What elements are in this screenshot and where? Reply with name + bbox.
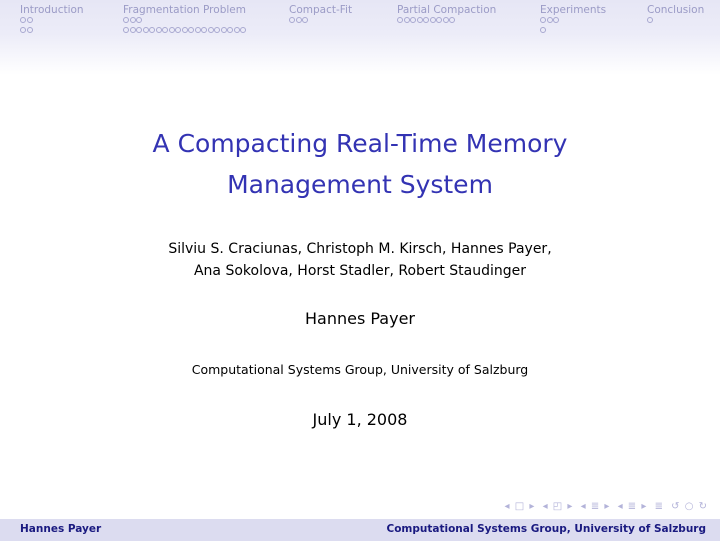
frame-dot-icon[interactable]	[149, 27, 155, 33]
title-line-2: Management System	[227, 170, 493, 199]
nav-section-label[interactable]: Partial Compaction	[397, 4, 496, 16]
authors: Silviu S. Craciunas, Christoph M. Kirsch…	[0, 238, 720, 282]
frame-dot-icon[interactable]	[220, 27, 227, 33]
frame-dot-row	[123, 16, 247, 26]
frame-dot-row	[20, 26, 84, 36]
frame-dot-icon[interactable]	[410, 17, 416, 23]
frame-dot-icon[interactable]	[194, 27, 201, 33]
footer-bar: Hannes Payer Computational Systems Group…	[0, 519, 720, 541]
presentation-date: July 1, 2008	[312, 410, 408, 429]
frame-dot-icon[interactable]	[416, 17, 423, 23]
section-navigation-bar: Introduction Fragmentation Problem Compa…	[0, 0, 720, 75]
frame-dot-icon[interactable]	[214, 27, 220, 33]
frame-dot-row	[647, 16, 704, 26]
frame-dots	[540, 16, 606, 36]
frame-dot-icon[interactable]	[175, 27, 181, 33]
frame-dot-icon[interactable]	[129, 27, 136, 33]
frame-dot-icon[interactable]	[546, 17, 553, 23]
frame-dots	[20, 16, 84, 36]
beamer-navigation-symbols: ◂ □ ▸ ◂ ◰ ▸ ◂ ≣ ▸ ◂ ≣ ▸ ≣ ↺ ○ ↻	[502, 501, 708, 512]
frame-dot-icon[interactable]	[647, 17, 653, 23]
nav-section-experiments[interactable]: Experiments	[540, 4, 606, 36]
nav-section-partial-compaction[interactable]: Partial Compaction	[397, 4, 496, 26]
frame-nav-icon[interactable]: ◂ □ ▸	[505, 501, 536, 512]
frame-dot-icon[interactable]	[123, 17, 129, 23]
frame-dots	[397, 16, 496, 26]
nav-section-compact-fit[interactable]: Compact-Fit	[289, 4, 352, 26]
frame-dot-icon[interactable]	[162, 27, 168, 33]
frame-dot-icon[interactable]	[181, 27, 188, 33]
presenter-name: Hannes Payer	[304, 309, 415, 328]
frame-dot-icon[interactable]	[302, 17, 308, 23]
footer-institute: Computational Systems Group, University …	[386, 523, 707, 535]
frame-dot-row	[289, 16, 352, 26]
frame-dot-icon[interactable]	[207, 27, 214, 33]
frame-dot-icon[interactable]	[142, 27, 149, 33]
nav-section-label[interactable]: Fragmentation Problem	[123, 4, 247, 16]
frame-dot-icon[interactable]	[136, 17, 142, 23]
frame-dot-icon[interactable]	[295, 17, 302, 23]
subsection-nav-icon[interactable]: ◂ ◰ ▸	[543, 501, 574, 512]
frame-dot-icon[interactable]	[442, 17, 449, 23]
frame-dot-row	[540, 26, 606, 36]
frame-dot-icon[interactable]	[553, 17, 559, 23]
section-nav-icon[interactable]: ◂ ≣ ▸	[581, 501, 611, 512]
frame-dot-icon[interactable]	[449, 17, 455, 23]
frame-dot-icon[interactable]	[436, 17, 442, 23]
frame-dot-icon[interactable]	[540, 17, 546, 23]
nav-section-conclusion[interactable]: Conclusion	[647, 4, 704, 26]
frame-dot-icon[interactable]	[289, 17, 295, 23]
frame-dots	[647, 16, 704, 26]
frame-dot-icon[interactable]	[26, 27, 33, 33]
frame-dot-icon[interactable]	[201, 27, 207, 33]
align-icon[interactable]: ≣	[655, 501, 664, 512]
nav-section-label[interactable]: Experiments	[540, 4, 606, 16]
frame-dot-icon[interactable]	[403, 17, 410, 23]
frame-dot-icon[interactable]	[123, 27, 129, 33]
authors-line-1: Silviu S. Craciunas, Christoph M. Kirsch…	[168, 241, 552, 257]
frame-dot-icon[interactable]	[540, 27, 546, 33]
frame-dot-icon[interactable]	[429, 17, 436, 23]
frame-dot-icon[interactable]	[20, 17, 26, 23]
document-nav-icon[interactable]: ◂ ≣ ▸	[618, 501, 648, 512]
frame-dot-row	[123, 26, 247, 36]
frame-dot-icon[interactable]	[26, 17, 33, 23]
frame-dot-icon[interactable]	[240, 27, 246, 33]
frame-dot-icon[interactable]	[129, 17, 136, 23]
frame-dot-icon[interactable]	[168, 27, 175, 33]
footer-author: Hannes Payer	[20, 523, 102, 535]
frame-dot-row	[20, 16, 84, 26]
title-line-1: A Compacting Real-Time Memory	[152, 129, 568, 158]
frame-dot-icon[interactable]	[20, 27, 26, 33]
frame-dots	[123, 16, 247, 36]
frame-dot-icon[interactable]	[233, 27, 240, 33]
frame-dot-icon[interactable]	[227, 27, 233, 33]
nav-section-label[interactable]: Introduction	[20, 4, 84, 16]
nav-section-fragmentation-problem[interactable]: Fragmentation Problem	[123, 4, 247, 36]
frame-dot-icon[interactable]	[155, 27, 162, 33]
slide-title: A Compacting Real-Time Memory Management…	[0, 123, 720, 205]
institute: Computational Systems Group, University …	[191, 362, 529, 377]
frame-dot-icon[interactable]	[397, 17, 403, 23]
nav-section-label[interactable]: Conclusion	[647, 4, 704, 16]
frame-dot-icon[interactable]	[423, 17, 429, 23]
frame-dots	[289, 16, 352, 26]
nav-section-label[interactable]: Compact-Fit	[289, 4, 352, 16]
frame-dot-row	[397, 16, 496, 26]
frame-dot-icon[interactable]	[188, 27, 194, 33]
search-back-forward-icon[interactable]: ↺ ○ ↻	[671, 501, 708, 512]
authors-line-2: Ana Sokolova, Horst Stadler, Robert Stau…	[193, 263, 526, 279]
nav-section-introduction[interactable]: Introduction	[20, 4, 84, 36]
frame-dot-row	[540, 16, 606, 26]
frame-dot-icon[interactable]	[136, 27, 142, 33]
